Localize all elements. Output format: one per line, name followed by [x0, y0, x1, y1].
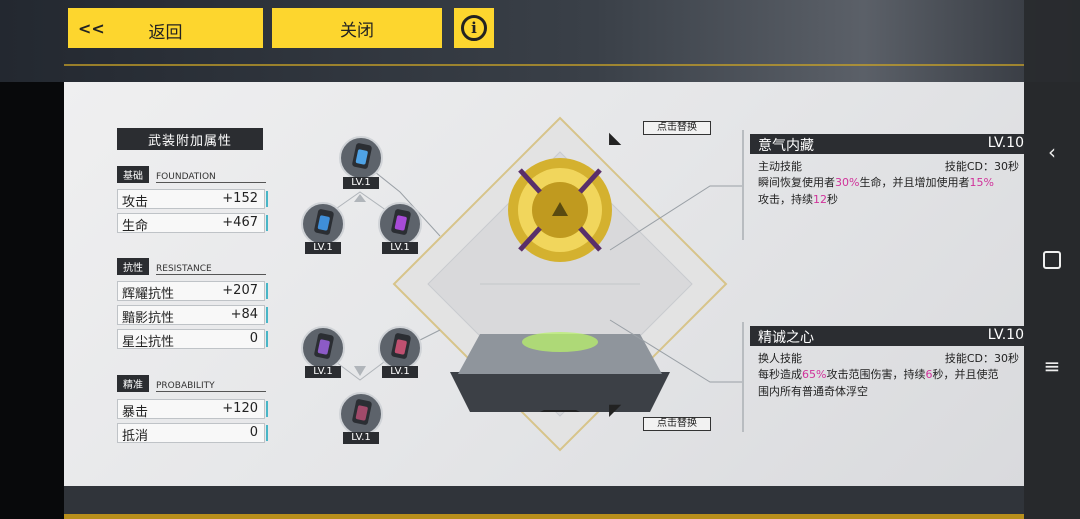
resistance-en: RESISTANCE — [156, 264, 266, 275]
skill-header: 意气内藏 LV.10 — [750, 134, 1030, 154]
skill-name: 精诚之心 — [758, 330, 814, 346]
chip-level: LV.1 — [305, 366, 341, 378]
chip-card-icon — [390, 208, 412, 236]
bottom-bar — [64, 486, 1024, 519]
chip-slot-2[interactable] — [301, 202, 345, 246]
chip-slot-5[interactable] — [378, 326, 422, 370]
stat-value: +467 — [222, 215, 258, 230]
stat-row: 辉耀抗性 +207 — [117, 281, 268, 302]
chip-level: LV.1 — [305, 242, 341, 254]
swap-arrow-icon: ◤ — [609, 400, 622, 419]
top-bar: << 返回 关闭 i — [0, 0, 1080, 82]
skill-cooldown: 技能CD：30秒 — [944, 352, 1019, 365]
stat-name: 暴击 — [122, 405, 149, 420]
skill-card-1: 意气内藏 LV.10 主动技能 技能CD：30秒 瞬间恢复使用者30%生命，并且… — [742, 130, 1030, 240]
chip-slot-1[interactable] — [339, 136, 383, 180]
skill-connectors — [609, 185, 742, 383]
stat-value: +152 — [222, 191, 258, 206]
stat-row: 暴击 +120 — [117, 399, 268, 420]
chip-slot-3[interactable] — [378, 202, 422, 246]
skill-header: 精诚之心 LV.10 — [750, 326, 1030, 346]
chip-slot-6[interactable] — [339, 392, 383, 436]
skill-level: LV.10 — [987, 327, 1024, 343]
probability-en: PROBABILITY — [156, 381, 266, 392]
stat-name: 黯影抗性 — [122, 311, 175, 326]
chip-level: LV.1 — [343, 432, 379, 444]
skill-name: 意气内藏 — [758, 138, 814, 154]
stat-row: 生命 +467 — [117, 213, 268, 234]
skill-card-2: 精诚之心 LV.10 换人技能 技能CD：30秒 每秒造成65%攻击范围伤害，持… — [742, 322, 1030, 432]
stat-value: 0 — [249, 425, 258, 440]
chip-card-icon — [390, 332, 412, 360]
stat-name: 星尘抗性 — [122, 335, 175, 350]
back-button[interactable]: << 返回 — [68, 8, 263, 48]
stat-name: 辉耀抗性 — [122, 287, 175, 302]
chip-card-icon — [313, 332, 335, 360]
home-nav-icon[interactable] — [1040, 248, 1064, 272]
skill-cooldown: 技能CD：30秒 — [944, 160, 1019, 173]
stat-value: 0 — [249, 331, 258, 346]
system-nav-bar: ‹ ≡ — [1024, 0, 1080, 519]
chip-level: LV.1 — [382, 242, 418, 254]
stat-row: 黯影抗性 +84 — [117, 305, 268, 326]
chip-level: LV.1 — [382, 366, 418, 378]
info-button[interactable]: i — [454, 8, 494, 48]
skill-type: 主动技能 — [758, 160, 802, 173]
foundation-en: FOUNDATION — [156, 172, 266, 183]
foundation-tag: 基础 — [117, 166, 149, 183]
bottom-gold-strip — [64, 514, 1024, 519]
skill-description: 瞬间恢复使用者30%生命，并且增加使用者15% 攻击，持续12秒 — [758, 176, 994, 206]
chip-card-icon — [313, 208, 335, 236]
skill-type: 换人技能 — [758, 352, 802, 365]
top-gold-strip — [64, 64, 1024, 66]
stat-value: +84 — [230, 307, 258, 322]
resistance-tag: 抗性 — [117, 258, 149, 275]
chip-card-icon — [351, 142, 373, 170]
stats-title: 武装附加属性 — [117, 128, 263, 150]
chip-level: LV.1 — [343, 177, 379, 189]
stat-name: 生命 — [122, 219, 149, 234]
stat-row: 攻击 +152 — [117, 189, 268, 210]
skill-description: 每秒造成65%攻击范围伤害，持续6秒，并且使范 围内所有普通奇体浮空 — [758, 368, 999, 398]
stat-row: 星尘抗性 0 — [117, 329, 268, 350]
swap-hint-bottom[interactable]: 点击替换 — [643, 417, 711, 431]
stat-value: +207 — [222, 283, 258, 298]
stat-row: 抵消 0 — [117, 423, 268, 444]
back-button-label: 返回 — [148, 23, 183, 43]
stat-name: 抵消 — [122, 429, 149, 444]
chip-slot-4[interactable] — [301, 326, 345, 370]
back-nav-icon[interactable]: ‹ — [1040, 140, 1064, 164]
stat-value: +120 — [222, 401, 258, 416]
chip-card-icon — [351, 398, 373, 426]
close-button[interactable]: 关闭 — [272, 8, 442, 48]
stat-name: 攻击 — [122, 195, 149, 210]
probability-tag: 精准 — [117, 375, 149, 392]
info-icon: i — [461, 15, 487, 41]
skill-level: LV.10 — [987, 135, 1024, 151]
menu-nav-icon[interactable]: ≡ — [1040, 354, 1064, 378]
